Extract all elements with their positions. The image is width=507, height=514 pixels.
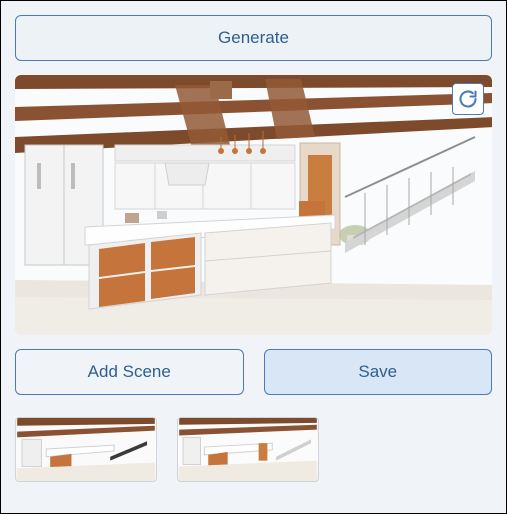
generate-button[interactable]: Generate [15, 15, 492, 61]
refresh-icon [458, 89, 478, 109]
refresh-button[interactable] [452, 83, 484, 115]
kitchen-illustration [15, 75, 492, 335]
thumbnail-1[interactable] [15, 417, 157, 482]
canvas-area [15, 75, 492, 335]
save-button[interactable]: Save [264, 349, 493, 395]
add-scene-button[interactable]: Add Scene [15, 349, 244, 395]
thumbnail-2[interactable] [177, 417, 319, 482]
